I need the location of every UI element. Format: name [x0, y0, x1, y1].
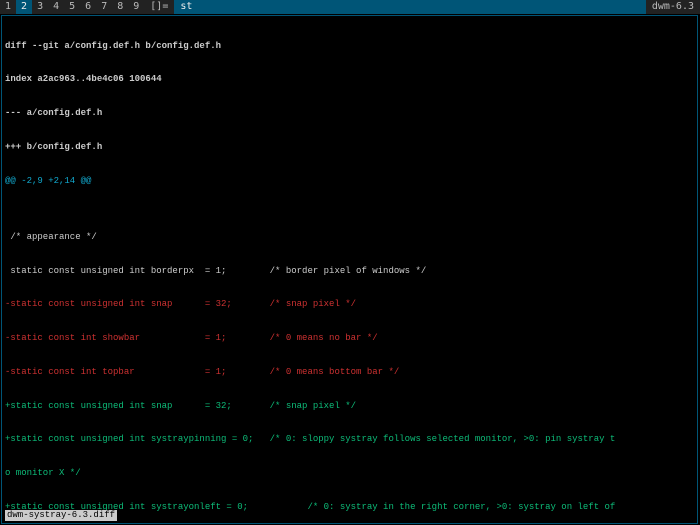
tag-1[interactable]: 1 — [0, 0, 16, 14]
diff-line: /* appearance */ — [5, 232, 694, 243]
tag-6[interactable]: 6 — [80, 0, 96, 14]
diff-removed: -static const unsigned int snap = 32; /*… — [5, 299, 694, 310]
tag-2[interactable]: 2 — [16, 0, 32, 14]
tag-9[interactable]: 9 — [128, 0, 144, 14]
diff-line: static const unsigned int borderpx = 1; … — [5, 266, 694, 277]
diff-added: o monitor X */ — [5, 468, 694, 479]
diff-index: index a2ac963..4be4c06 100644 — [5, 74, 694, 85]
tag-4[interactable]: 4 — [48, 0, 64, 14]
window-title[interactable]: st — [174, 0, 646, 14]
diff-removed: -static const int showbar = 1; /* 0 mean… — [5, 333, 694, 344]
diff-minus-file: --- a/config.def.h — [5, 108, 694, 119]
tag-5[interactable]: 5 — [64, 0, 80, 14]
tag-3[interactable]: 3 — [32, 0, 48, 14]
diff-added: +static const unsigned int systraypinnin… — [5, 434, 694, 445]
status-text[interactable]: dwm-6.3 — [646, 0, 700, 14]
diff-plus-file: +++ b/config.def.h — [5, 142, 694, 153]
layout-symbol[interactable]: []= — [144, 0, 174, 14]
terminal-window[interactable]: diff --git a/config.def.h b/config.def.h… — [1, 15, 698, 524]
tag-list: 1 2 3 4 5 6 7 8 9 — [0, 0, 144, 14]
diff-removed: -static const int topbar = 1; /* 0 means… — [5, 367, 694, 378]
tag-8[interactable]: 8 — [112, 0, 128, 14]
tag-7[interactable]: 7 — [96, 0, 112, 14]
diff-hunk: @@ -2,9 +2,14 @@ — [5, 176, 694, 187]
top-bar: 1 2 3 4 5 6 7 8 9 []= st dwm-6.3 — [0, 0, 700, 14]
diff-header: diff --git a/config.def.h b/config.def.h — [5, 41, 694, 52]
pager-status: dwm-systray-6.3.diff — [5, 510, 117, 521]
diff-added: +static const unsigned int snap = 32; /*… — [5, 401, 694, 412]
